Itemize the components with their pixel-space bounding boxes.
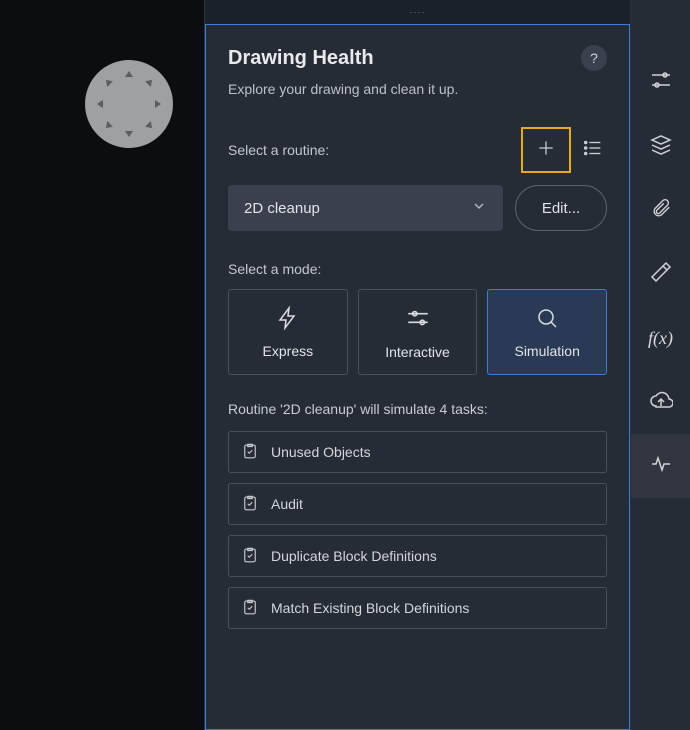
rail-drawing-health[interactable]: [631, 434, 690, 498]
sliders-icon: [649, 68, 673, 97]
select-mode-label: Select a mode:: [228, 261, 607, 277]
sliders-icon: [405, 305, 431, 334]
chevron-down-icon: [471, 198, 487, 218]
mode-interactive[interactable]: Interactive: [358, 289, 478, 375]
lightning-icon: [276, 306, 300, 333]
mode-express[interactable]: Express: [228, 289, 348, 375]
rail-measure[interactable]: [631, 242, 690, 306]
task-row[interactable]: Audit: [228, 483, 607, 525]
drawing-health-panel: ···· Drawing Health ? Explore your drawi…: [204, 0, 630, 730]
select-routine-label: Select a routine:: [228, 142, 329, 158]
magnifier-icon: [535, 306, 559, 333]
clipboard-check-icon: [241, 494, 259, 515]
task-label: Match Existing Block Definitions: [271, 600, 469, 616]
add-routine-button[interactable]: [521, 127, 571, 173]
ruler-pencil-icon: [649, 260, 673, 289]
routine-selected-value: 2D cleanup: [244, 200, 320, 217]
activity-icon: [649, 452, 673, 481]
routine-list-button[interactable]: [579, 136, 607, 164]
mode-simulation[interactable]: Simulation: [487, 289, 607, 375]
rail-settings[interactable]: [631, 50, 690, 114]
mode-label: Express: [263, 343, 314, 359]
clipboard-check-icon: [241, 598, 259, 619]
fx-icon: f(x): [648, 328, 673, 349]
panel-body: Drawing Health ? Explore your drawing an…: [205, 24, 630, 730]
clipboard-check-icon: [241, 442, 259, 463]
compass-tick: [103, 121, 113, 131]
rail-layers[interactable]: [631, 114, 690, 178]
bulleted-list-icon: [582, 137, 604, 164]
help-button[interactable]: ?: [581, 45, 607, 71]
compass-tick: [155, 100, 161, 108]
panel-title: Drawing Health: [228, 47, 374, 70]
compass-widget[interactable]: [85, 60, 173, 148]
task-label: Duplicate Block Definitions: [271, 548, 437, 564]
drag-handle-icon[interactable]: ····: [205, 0, 630, 24]
compass-tick: [145, 77, 155, 87]
paperclip-icon: [650, 197, 672, 224]
compass-tick: [97, 100, 103, 108]
rail-cloud-upload[interactable]: [631, 370, 690, 434]
task-label: Unused Objects: [271, 444, 371, 460]
layers-icon: [649, 132, 673, 161]
rail-attach[interactable]: [631, 178, 690, 242]
task-row[interactable]: Duplicate Block Definitions: [228, 535, 607, 577]
cloud-upload-icon: [649, 388, 673, 417]
mode-label: Simulation: [514, 343, 579, 359]
compass-tick: [125, 131, 133, 137]
task-label: Audit: [271, 496, 303, 512]
task-row[interactable]: Match Existing Block Definitions: [228, 587, 607, 629]
plus-icon: [536, 138, 556, 163]
compass-tick: [145, 121, 155, 131]
right-rail: f(x): [630, 0, 690, 730]
compass-tick: [103, 77, 113, 87]
edit-routine-button[interactable]: Edit...: [515, 185, 607, 231]
compass-tick: [125, 71, 133, 77]
rail-fx[interactable]: f(x): [631, 306, 690, 370]
clipboard-check-icon: [241, 546, 259, 567]
mode-label: Interactive: [385, 344, 450, 360]
canvas-area: [0, 0, 204, 730]
task-row[interactable]: Unused Objects: [228, 431, 607, 473]
panel-subtitle: Explore your drawing and clean it up.: [228, 81, 607, 97]
routine-select[interactable]: 2D cleanup: [228, 185, 503, 231]
routine-summary: Routine '2D cleanup' will simulate 4 tas…: [228, 401, 607, 417]
